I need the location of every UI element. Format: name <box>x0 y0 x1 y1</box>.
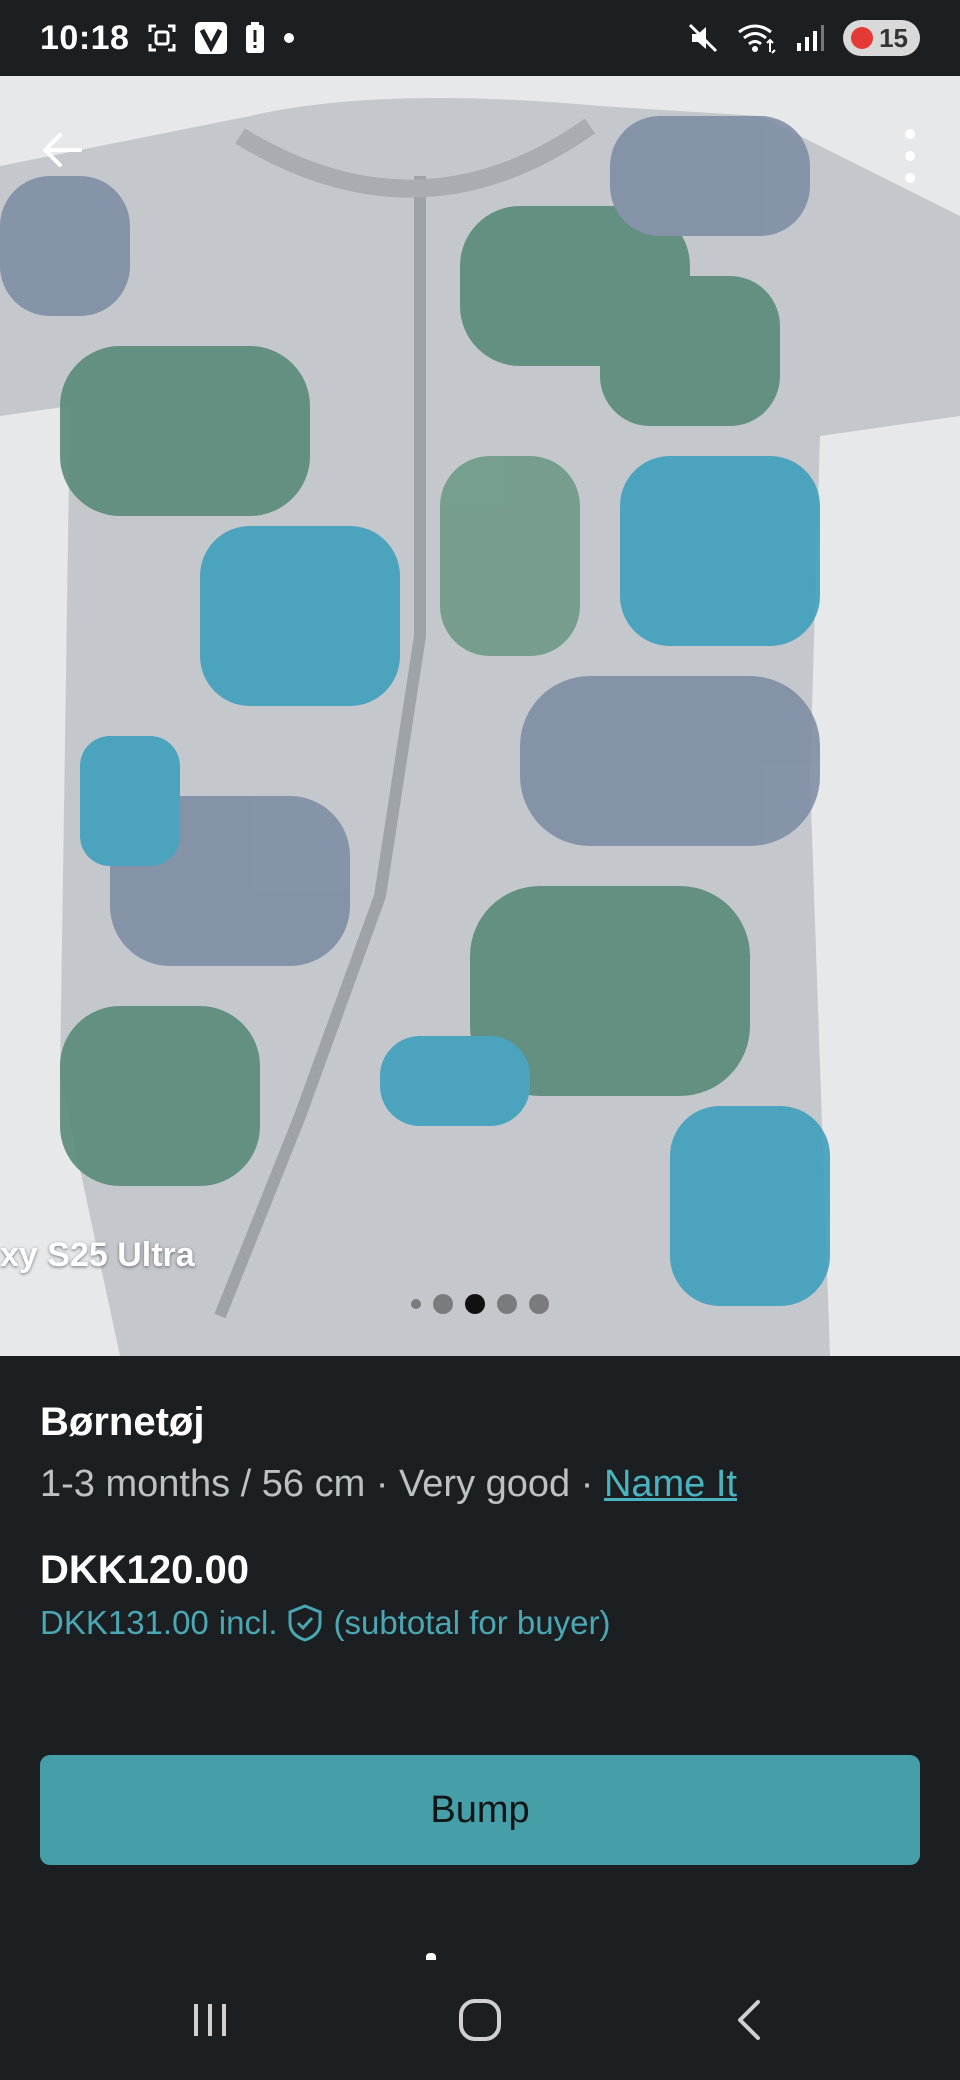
status-bar-left: 10:18 <box>40 19 295 58</box>
incl-label: incl. <box>218 1604 278 1641</box>
brand-link[interactable]: Name It <box>604 1463 737 1505</box>
home-icon <box>459 1999 501 2041</box>
status-time: 10:18 <box>40 18 130 57</box>
buyer-price-info[interactable]: DKK131.00 incl. (subtotal for buyer) <box>40 1604 610 1642</box>
item-price: DKK120.00 <box>40 1548 250 1592</box>
chevron-left-icon <box>738 2000 760 2040</box>
shield-check-icon <box>288 1604 322 1642</box>
battery-alert-icon <box>245 22 265 54</box>
back-button[interactable] <box>32 120 92 180</box>
battery-saver-icon <box>851 27 874 49</box>
meta-separator: · <box>365 1463 400 1505</box>
battery-level: 15 <box>879 22 908 53</box>
carousel-dot[interactable] <box>529 1294 549 1314</box>
product-photo-carousel[interactable]: xy S25 Ultra <box>0 76 960 1356</box>
meta-separator: · <box>570 1463 604 1505</box>
notification-dot-icon <box>283 32 295 44</box>
item-details: Børnetøj 1-3 months / 56 cm · Very good … <box>40 1400 920 1506</box>
item-meta: 1-3 months / 56 cm · Very good · Name It <box>40 1463 920 1506</box>
wifi-icon <box>737 22 777 54</box>
product-photo <box>0 76 960 1356</box>
item-size: 1-3 months / 56 cm <box>40 1463 366 1505</box>
more-options-button[interactable] <box>890 120 930 192</box>
buyer-price: DKK131.00 <box>40 1604 209 1641</box>
mute-icon <box>687 22 719 54</box>
status-bar: 10:18 15 <box>0 0 960 76</box>
recent-apps-button[interactable] <box>150 1960 270 2080</box>
signal-icon <box>795 23 825 53</box>
item-condition: Very good <box>399 1463 571 1505</box>
status-bar-right: 15 <box>687 20 920 56</box>
item-title: Børnetøj <box>40 1400 205 1444</box>
bump-button[interactable]: Bump <box>40 1755 920 1865</box>
home-button[interactable] <box>420 1960 540 2080</box>
battery-indicator: 15 <box>843 20 920 56</box>
carousel-dot[interactable] <box>411 1299 421 1309</box>
recent-apps-icon <box>194 2004 226 2036</box>
more-vertical-icon <box>905 129 915 183</box>
carousel-dot[interactable] <box>433 1294 453 1314</box>
carousel-indicator <box>0 1294 960 1314</box>
back-nav-button[interactable] <box>690 1960 810 2080</box>
screenshot-icon <box>147 23 177 53</box>
carousel-dot[interactable] <box>497 1294 517 1314</box>
v-app-icon <box>195 22 228 54</box>
subtotal-note: (subtotal for buyer) <box>333 1604 611 1641</box>
system-nav-bar <box>0 1960 960 2080</box>
photo-watermark: xy S25 Ultra <box>0 1236 195 1274</box>
carousel-dot-active[interactable] <box>465 1294 485 1314</box>
arrow-left-icon <box>43 133 82 167</box>
